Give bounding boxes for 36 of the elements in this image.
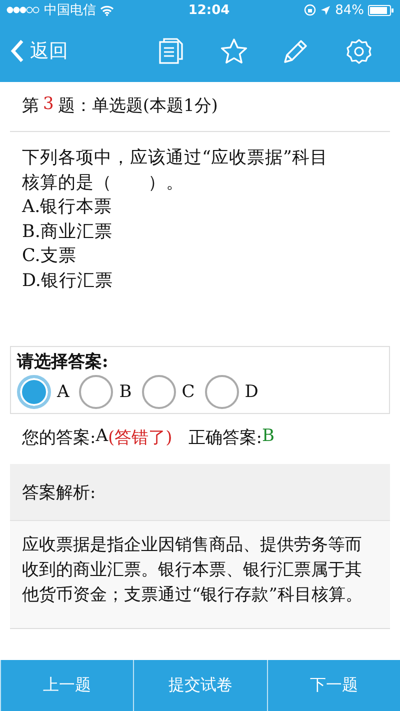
answer-option: B.商业汇票 — [22, 220, 344, 244]
choice-option[interactable]: C — [142, 375, 195, 409]
wifi-icon — [100, 4, 114, 16]
question-number: 3 — [43, 94, 54, 116]
document-icon[interactable] — [159, 38, 184, 64]
answer-prompt: 请选择答案: — [17, 351, 110, 373]
answer-option: C.支票 — [22, 244, 344, 268]
your-answer-label: 您的答案: — [22, 427, 96, 450]
radio-button[interactable] — [79, 375, 114, 409]
battery-percent: 84% — [335, 2, 364, 18]
question-text: 下列各项中，应该通过“应收票据”科目核算的是（ ）。 — [22, 147, 329, 194]
answer-option: A.银行本票 — [22, 195, 344, 220]
choice-option[interactable]: A — [17, 375, 70, 409]
explanation-text: 应收票据是指企业因销售商品、提供劳务等而收到的商业汇票。银行本票、银行汇票属于其他货币资金；支票通过“银行存款”科目核算。 — [22, 535, 362, 605]
choice-option[interactable]: D — [204, 375, 258, 409]
battery-icon — [368, 4, 394, 16]
explanation-title: 答案解析: — [22, 482, 96, 504]
answer-verdict: (答错了) — [108, 427, 172, 450]
radio-button[interactable] — [204, 375, 239, 409]
rotation-lock-icon — [304, 4, 316, 16]
radio-button[interactable] — [17, 375, 51, 409]
radio-button[interactable] — [142, 375, 176, 409]
question-label: 第 — [22, 95, 39, 117]
question-type: 题：单选题(本题1分) — [58, 95, 218, 117]
carrier-name: 中国电信 — [44, 2, 96, 19]
choice-option[interactable]: B — [79, 375, 132, 409]
correct-answer-label: 正确答案: — [188, 427, 262, 450]
your-answer-value: A — [96, 426, 108, 448]
signal-icon — [6, 6, 40, 14]
answer-option: D.银行汇票 — [22, 268, 344, 293]
location-icon — [320, 4, 332, 16]
status-time: 12:04 — [188, 2, 230, 18]
correct-answer-value: B — [262, 426, 275, 448]
settings-icon[interactable] — [346, 38, 372, 64]
back-chevron-icon — [10, 39, 24, 63]
star-icon[interactable] — [220, 38, 248, 64]
